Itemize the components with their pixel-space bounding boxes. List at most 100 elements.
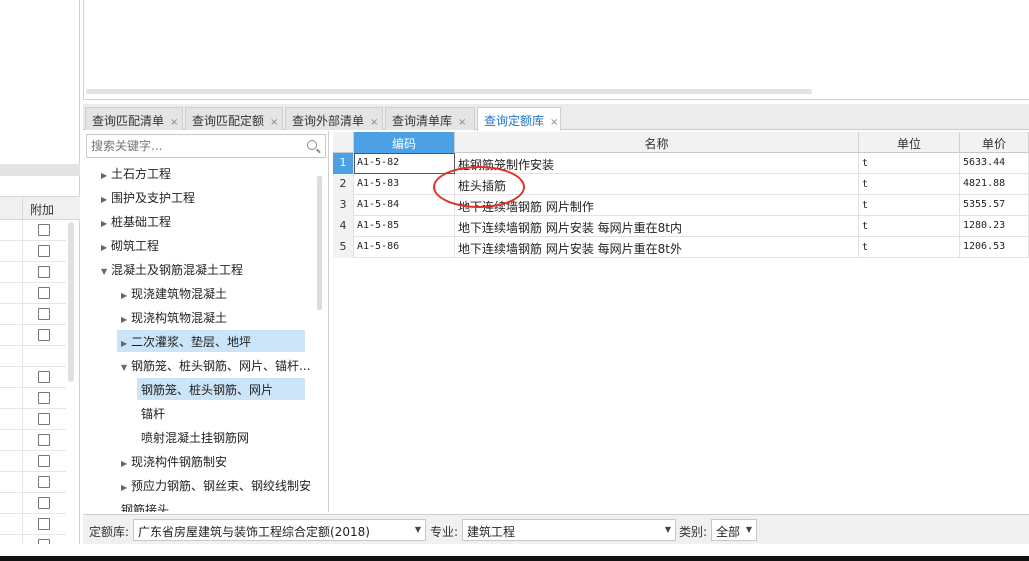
cell-unit[interactable]: t	[859, 237, 960, 258]
tree-item[interactable]: ▶ 预应力钢筋、钢丝束、钢绞线制安	[117, 474, 315, 496]
caret-right-icon[interactable]: ▶	[101, 219, 111, 228]
tree-item[interactable]: ▶ 砌筑工程	[97, 234, 163, 256]
column-header-name[interactable]: 名称	[455, 132, 859, 153]
cell-n[interactable]: 1	[333, 153, 354, 174]
tree-item[interactable]: ▶ 围护及支护工程	[97, 186, 199, 208]
category-select[interactable]: 全部 ▼	[711, 519, 757, 541]
major-select[interactable]: 建筑工程 ▼	[462, 519, 676, 541]
cell-unit[interactable]: t	[859, 195, 960, 216]
cell-price[interactable]: 1280.23	[960, 216, 1029, 237]
cell-code[interactable]: A1-5-86	[354, 237, 455, 258]
attach-checkbox[interactable]	[38, 413, 50, 425]
tree-item[interactable]: ▼ 混凝土及钢筋混凝土工程	[97, 258, 247, 280]
search-icon[interactable]	[307, 140, 317, 150]
attach-checkbox[interactable]	[38, 497, 50, 509]
left-table-row	[0, 388, 66, 409]
row-number-header	[333, 132, 354, 153]
attach-checkbox[interactable]	[38, 434, 50, 446]
tree-item[interactable]: ▶ 桩基础工程	[97, 210, 175, 232]
tree-item-label: 砌筑工程	[111, 239, 160, 253]
cell-n[interactable]: 2	[333, 174, 354, 195]
tree-item[interactable]: ▶ 土石方工程	[97, 162, 175, 184]
top-content-area	[83, 0, 1029, 100]
table-row[interactable]: 3 A1-5-84 地下连续墙钢筋 网片制作 t 5355.57	[333, 195, 1029, 216]
caret-right-icon[interactable]: ▶	[101, 195, 111, 204]
top-horizontal-scrollbar[interactable]	[86, 89, 812, 94]
cell-code[interactable]: A1-5-82	[354, 153, 455, 174]
close-icon[interactable]: ×	[550, 117, 558, 128]
tree-item-label: 喷射混凝土挂钢筋网	[141, 431, 250, 445]
caret-right-icon[interactable]: ▶	[101, 243, 111, 252]
attach-checkbox[interactable]	[38, 476, 50, 488]
cell-price[interactable]: 5355.57	[960, 195, 1029, 216]
caret-right-icon[interactable]: ▶	[121, 459, 131, 468]
tab-query-matched-quota[interactable]: 查询匹配定额 ×	[185, 107, 283, 130]
attach-checkbox[interactable]	[38, 371, 50, 383]
table-row[interactable]: 4 A1-5-85 地下连续墙钢筋 网片安装 每网片重在8t内 t 1280.23	[333, 216, 1029, 237]
caret-right-icon[interactable]: ▶	[121, 315, 131, 324]
column-header-code[interactable]: 编码	[354, 132, 455, 153]
cell-price[interactable]: 1206.53	[960, 237, 1029, 258]
attach-checkbox[interactable]	[38, 329, 50, 341]
attach-checkbox[interactable]	[38, 308, 50, 320]
tree-item[interactable]: ▼ 钢筋笼、桩头钢筋、网片、锚杆...	[117, 354, 314, 376]
cell-n[interactable]: 5	[333, 237, 354, 258]
attach-checkbox[interactable]	[38, 245, 50, 257]
attach-checkbox[interactable]	[38, 266, 50, 278]
tree-item[interactable]: ▶ 现浇构筑物混凝土	[117, 306, 231, 328]
tree-item-label: 预应力钢筋、钢丝束、钢绞线制安	[131, 479, 312, 493]
attach-checkbox[interactable]	[38, 392, 50, 404]
close-icon[interactable]: ×	[270, 117, 278, 128]
tree-item[interactable]: 锚杆	[137, 402, 169, 424]
caret-down-icon[interactable]: ▼	[121, 363, 131, 372]
table-row[interactable]: 1 A1-5-82 桩钢筋笼制作安装 t 5633.44	[333, 153, 1029, 174]
tab-query-list-library[interactable]: 查询清单库 ×	[385, 107, 475, 130]
tree-item[interactable]: 钢筋笼、桩头钢筋、网片	[137, 378, 305, 400]
tree-item[interactable]: 喷射混凝土挂钢筋网	[137, 426, 253, 448]
tree-item[interactable]: ▶ 二次灌浆、垫层、地坪	[117, 330, 305, 352]
quota-library-label: 定额库:	[89, 525, 130, 539]
close-icon[interactable]: ×	[370, 117, 378, 128]
cell-code[interactable]: A1-5-85	[354, 216, 455, 237]
search-box[interactable]	[86, 134, 326, 158]
cell-unit[interactable]: t	[859, 153, 960, 174]
cell-unit[interactable]: t	[859, 216, 960, 237]
cell-price[interactable]: 4821.88	[960, 174, 1029, 195]
taskbar-edge	[0, 556, 1029, 561]
cell-unit[interactable]: t	[859, 174, 960, 195]
left-scrollbar[interactable]	[68, 222, 74, 382]
tree-item[interactable]: 钢筋接头	[117, 498, 173, 512]
attach-checkbox[interactable]	[38, 518, 50, 530]
tree-item[interactable]: ▶ 现浇建筑物混凝土	[117, 282, 231, 304]
tab-query-external-list[interactable]: 查询外部清单 ×	[285, 107, 383, 130]
close-icon[interactable]: ×	[170, 117, 178, 128]
column-header-price[interactable]: 单价	[960, 132, 1029, 153]
caret-right-icon[interactable]: ▶	[121, 483, 131, 492]
caret-right-icon[interactable]: ▶	[101, 171, 111, 180]
tree-item-label: 混凝土及钢筋混凝土工程	[111, 263, 244, 277]
cell-name[interactable]: 地下连续墙钢筋 网片安装 每网片重在8t外	[455, 237, 859, 258]
quota-library-select[interactable]: 广东省房屋建筑与装饰工程综合定额(2018) ▼	[133, 519, 426, 541]
close-icon[interactable]: ×	[458, 117, 466, 128]
caret-down-icon[interactable]: ▼	[101, 267, 111, 276]
cell-n[interactable]: 4	[333, 216, 354, 237]
tree-scrollbar[interactable]	[317, 176, 322, 310]
attach-checkbox[interactable]	[38, 224, 50, 236]
tree-item[interactable]: ▶ 现浇构件钢筋制安	[117, 450, 231, 472]
category-value: 全部	[716, 525, 741, 539]
tab-query-quota-library[interactable]: 查询定额库 ×	[477, 107, 561, 131]
cell-price[interactable]: 5633.44	[960, 153, 1029, 174]
tab-query-matched-list[interactable]: 查询匹配清单 ×	[85, 107, 183, 130]
category-tree-panel: ▶土石方工程▶围护及支护工程▶桩基础工程▶砌筑工程▼混凝土及钢筋混凝土工程▶现浇…	[83, 131, 329, 512]
cell-name[interactable]: 地下连续墙钢筋 网片安装 每网片重在8t内	[455, 216, 859, 237]
table-row[interactable]: 5 A1-5-86 地下连续墙钢筋 网片安装 每网片重在8t外 t 1206.53	[333, 237, 1029, 258]
attach-checkbox[interactable]	[38, 287, 50, 299]
attach-checkbox[interactable]	[38, 455, 50, 467]
cell-n[interactable]: 3	[333, 195, 354, 216]
left-table-row	[0, 409, 66, 430]
column-header-unit[interactable]: 单位	[859, 132, 960, 153]
cell-name[interactable]: 桩钢筋笼制作安装	[455, 153, 859, 174]
caret-right-icon[interactable]: ▶	[121, 339, 131, 348]
caret-right-icon[interactable]: ▶	[121, 291, 131, 300]
search-input[interactable]	[87, 135, 297, 157]
